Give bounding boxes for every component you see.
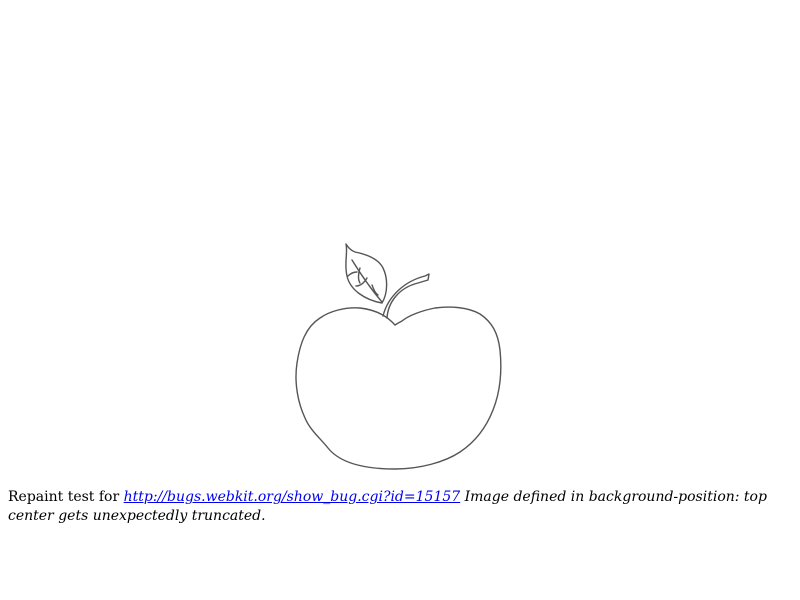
apple-body-outline (295, 306, 502, 470)
apple-leaf-vein (351, 259, 383, 303)
apple-icon (295, 243, 502, 470)
bug-link[interactable]: http://bugs.webkit.org/show_bug.cgi?id=1… (124, 489, 461, 505)
test-caption: Repaint test for http://bugs.webkit.org/… (8, 488, 778, 526)
apple-illustration (290, 238, 510, 473)
caption-prefix: Repaint test for (8, 489, 120, 505)
